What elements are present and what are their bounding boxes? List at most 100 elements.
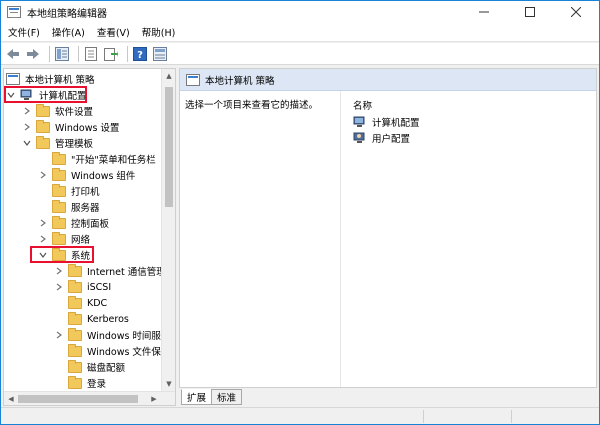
folder-icon — [68, 263, 82, 277]
folder-icon — [68, 311, 82, 325]
tab-extended[interactable]: 扩展 — [181, 389, 213, 405]
details-header: 本地计算机 策略 — [180, 69, 596, 91]
export-list-button[interactable] — [103, 46, 119, 62]
menu-help[interactable]: 帮助(H) — [137, 25, 181, 39]
scroll-down-icon[interactable]: ▼ — [162, 377, 175, 391]
chevron-down-icon[interactable] — [22, 138, 32, 148]
tree-item-admin-templates[interactable]: 管理模板 — [22, 135, 93, 151]
scroll-left-icon[interactable]: ◀ — [4, 392, 18, 405]
tree-label: 本地计算机 策略 — [25, 75, 95, 86]
tree-item-iscsi[interactable]: iSCSI — [54, 279, 111, 295]
scroll-up-icon[interactable]: ▲ — [162, 69, 175, 83]
chevron-right-icon[interactable] — [54, 282, 64, 292]
tree-item-printers[interactable]: 打印机 — [52, 183, 100, 199]
tree-label: KDC — [87, 297, 108, 309]
tree-item-start-menu[interactable]: "开始"菜单和任务栏 — [52, 151, 156, 167]
close-icon — [571, 7, 581, 17]
view-tabs: 扩展 标准 — [181, 389, 243, 405]
user-config-icon — [353, 132, 367, 144]
window-controls — [461, 1, 599, 23]
help-icon: ? — [133, 46, 147, 61]
details-pane: 本地计算机 策略 选择一个项目来查看它的描述。 名称 计算机配置 用户配置 — [179, 68, 597, 388]
forward-icon — [27, 48, 39, 59]
tree-vertical-scrollbar[interactable]: ▲ ▼ — [161, 69, 175, 391]
tree-item-logon[interactable]: 登录 — [68, 375, 106, 391]
status-divider — [511, 410, 512, 423]
menu-file[interactable]: 文件(F) — [3, 25, 45, 39]
tree-item-disk-quotas[interactable]: 磁盘配额 — [68, 359, 125, 375]
navigation-tree: 本地计算机 策略 计算机配置 软件设置 Windows 设置 管理模板 "开始"… — [3, 68, 176, 406]
computer-icon — [353, 116, 367, 128]
tree-label: Windows 文件保护 — [87, 347, 171, 358]
toolbar-separator — [49, 45, 50, 62]
chevron-right-icon[interactable] — [38, 170, 48, 180]
tree-item-kdc[interactable]: KDC — [68, 295, 107, 311]
minimize-button[interactable] — [461, 1, 507, 23]
tree-item-internet-comm[interactable]: Internet 通信管理 — [54, 263, 166, 279]
minimize-icon — [479, 11, 489, 13]
menu-action[interactable]: 操作(A) — [47, 25, 90, 39]
tree-label: iSCSI — [87, 281, 112, 293]
chevron-right-icon[interactable] — [22, 106, 32, 116]
menu-bar: 文件(F) 操作(A) 查看(V) 帮助(H) — [1, 23, 599, 42]
tree-item-network[interactable]: 网络 — [38, 231, 90, 247]
forward-button[interactable] — [25, 46, 41, 62]
show-hide-tree-button[interactable] — [54, 46, 70, 62]
highlight-box-computer-config — [4, 86, 87, 103]
column-header-name[interactable]: 名称 — [353, 98, 372, 112]
properties-button[interactable] — [83, 46, 99, 62]
status-bar — [1, 407, 599, 424]
view-button[interactable] — [152, 46, 168, 62]
folder-icon — [68, 359, 82, 373]
folder-icon — [52, 231, 66, 245]
scrollbar-thumb[interactable] — [18, 395, 138, 403]
details-list: 名称 计算机配置 用户配置 — [340, 91, 596, 387]
folder-icon — [52, 199, 66, 213]
chevron-right-icon[interactable] — [38, 218, 48, 228]
list-item-computer-config[interactable]: 计算机配置 — [353, 114, 420, 130]
tree-item-kerberos[interactable]: Kerberos — [68, 311, 129, 327]
list-item-user-config[interactable]: 用户配置 — [353, 130, 410, 146]
maximize-button[interactable] — [507, 1, 553, 23]
tree-label: 登录 — [87, 379, 107, 390]
list-item-label: 用户配置 — [372, 134, 411, 145]
back-icon — [7, 48, 19, 59]
folder-icon — [68, 343, 82, 357]
folder-icon — [36, 119, 50, 133]
tree-item-windows-time[interactable]: Windows 时间服务 — [54, 327, 170, 343]
chevron-right-icon[interactable] — [54, 266, 64, 276]
menu-view[interactable]: 查看(V) — [92, 25, 135, 39]
tree-item-windows-file-protection[interactable]: Windows 文件保护 — [68, 343, 170, 359]
properties-icon — [85, 46, 97, 61]
highlight-box-system — [30, 246, 94, 263]
tab-standard[interactable]: 标准 — [211, 389, 243, 405]
list-item-label: 计算机配置 — [372, 118, 420, 129]
folder-icon — [52, 151, 66, 165]
tree-item-software-settings[interactable]: 软件设置 — [22, 103, 93, 119]
group-policy-editor-window: 本地组策略编辑器 文件(F) 操作(A) 查看(V) 帮助(H) ? 本地计算机… — [0, 0, 600, 425]
tree-item-server[interactable]: 服务器 — [52, 199, 100, 215]
tree-item-control-panel[interactable]: 控制面板 — [38, 215, 109, 231]
chevron-right-icon[interactable] — [22, 122, 32, 132]
tree-label: "开始"菜单和任务栏 — [71, 155, 156, 166]
folder-icon — [68, 279, 82, 293]
back-button[interactable] — [5, 46, 21, 62]
help-button[interactable]: ? — [132, 46, 148, 62]
tree-item-windows-settings[interactable]: Windows 设置 — [22, 119, 119, 135]
scroll-right-icon[interactable]: ▶ — [147, 392, 161, 405]
chevron-right-icon[interactable] — [38, 234, 48, 244]
chevron-right-icon[interactable] — [54, 330, 64, 340]
tree-root[interactable]: 本地计算机 策略 — [6, 71, 95, 87]
tree-label: 磁盘配额 — [87, 363, 126, 374]
tree-label: Windows 时间服务 — [87, 331, 171, 342]
folder-icon — [36, 135, 50, 149]
tree-label: 打印机 — [71, 187, 100, 198]
scrollbar-thumb[interactable] — [165, 87, 173, 207]
folder-icon — [36, 103, 50, 117]
tree-item-windows-components[interactable]: Windows 组件 — [38, 167, 135, 183]
close-button[interactable] — [553, 1, 599, 23]
tree-label: 管理模板 — [55, 139, 94, 150]
tree-horizontal-scrollbar[interactable]: ◀ ▶ — [4, 391, 175, 405]
policy-icon — [186, 73, 200, 86]
folder-icon — [68, 327, 82, 341]
